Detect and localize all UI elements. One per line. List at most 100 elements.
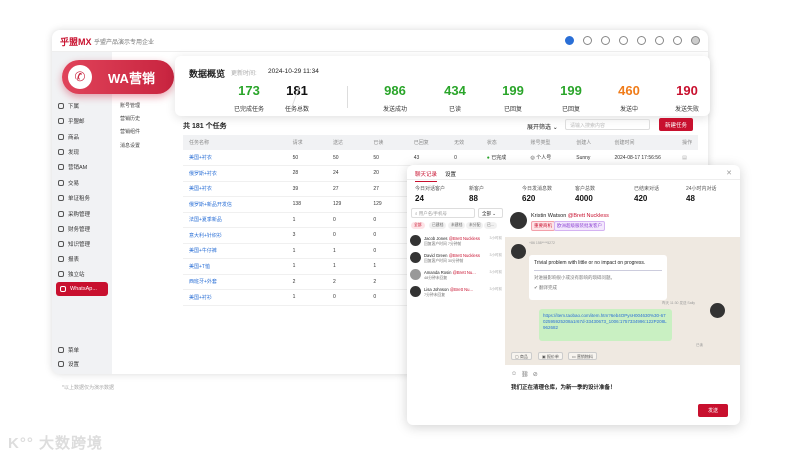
sidebar-item-reports[interactable]: 报表 — [58, 253, 108, 265]
table-cell: 27 — [367, 181, 408, 197]
chat-panel: 聊天记录 设置 ✕ 今日对话客户 24 新客户 88 今日发消息数 620 客户总数 4000… — [407, 165, 740, 425]
filter-chip[interactable]: 未分配 — [466, 222, 484, 229]
table-cell: 129 — [327, 196, 368, 213]
contact-item[interactable]: Jacob Jones @Brett Nuckless 回复客户时间 7分钟前 3小… — [410, 235, 502, 253]
status-icon[interactable] — [565, 36, 574, 45]
sidebar-item-site[interactable]: 独立站 — [58, 268, 108, 280]
stat-value: 434 — [444, 83, 466, 98]
submenu: 账号管理 营销历史 营销组件 消息设置 — [112, 52, 172, 374]
sidebar-item-finance[interactable]: 财务管理 — [58, 223, 108, 235]
table-cell: 129 — [367, 196, 408, 213]
tab-chat-history[interactable]: 聊天记录 — [415, 170, 438, 182]
overview-card: 数据概览 更新时间: 2024-10-29 11:34 173已完成任务181任… — [175, 56, 710, 116]
phone-icon[interactable] — [601, 36, 610, 45]
tab-settings[interactable]: 设置 — [445, 170, 456, 178]
table-cell: 24 — [327, 165, 368, 182]
emoji-icon[interactable]: ☺ — [511, 371, 517, 378]
chat-stat: 已结束对话 420 — [634, 186, 660, 203]
sidebar-item-knowledge[interactable]: 知识管理 — [58, 238, 108, 250]
sidebar-item-trade[interactable]: 交易 — [58, 177, 108, 189]
chat-icon[interactable] — [637, 36, 646, 45]
marketing-material-button[interactable]: ▭ 营销物料 — [568, 352, 597, 360]
task-name-link[interactable]: 美国+衬衣 — [183, 150, 287, 166]
stat-value: 199 — [502, 83, 524, 98]
task-name-link[interactable]: 西班牙+外套 — [183, 274, 287, 290]
view-icon[interactable]: ▤ — [682, 155, 687, 161]
help-icon[interactable] — [673, 36, 682, 45]
task-name-link[interactable]: 俄罗斯+新品开发信 — [183, 196, 287, 213]
stat-value: 986 — [384, 83, 406, 98]
table-cell: 0 — [327, 289, 368, 306]
expand-filter[interactable]: 展开筛选 ⌄ — [527, 122, 558, 131]
sidebar-item-discover[interactable]: 发现 — [58, 146, 108, 158]
filter-chip[interactable]: 已... — [484, 222, 497, 229]
chat-stat: 24小时内对话 48 — [686, 186, 717, 203]
send-file-icon[interactable]: ⊘ — [533, 371, 538, 378]
overview-title: 数据概览 — [189, 69, 226, 79]
sidebar-item-documents[interactable]: 单证租务 — [58, 192, 108, 204]
sidebar-item-subordinates[interactable]: 下属 — [58, 100, 108, 112]
task-name-link[interactable]: 美国+牛仔裤 — [183, 243, 287, 259]
message-input[interactable]: 我们正在清理仓库，为新一季的设计准备！ — [511, 383, 616, 391]
task-name-link[interactable]: 俄罗斯+衬衣 — [183, 165, 287, 182]
badge-label: WA营销 — [108, 70, 155, 86]
bell-icon[interactable] — [655, 36, 664, 45]
headset-icon[interactable] — [583, 36, 592, 45]
products-button[interactable]: ▢ 商品 — [511, 352, 532, 360]
avatar-icon[interactable] — [691, 36, 700, 45]
task-search-input[interactable]: 请输入搜索内容 — [565, 119, 650, 130]
table-cell: 0 — [367, 212, 408, 228]
sidebar-item-purchase[interactable]: 采购管理 — [58, 208, 108, 220]
close-icon[interactable]: ✕ — [726, 169, 732, 177]
column-header: 状态 — [480, 135, 525, 150]
submenu-components[interactable]: 营销组件 — [120, 128, 140, 135]
whatsapp-icon[interactable] — [619, 36, 628, 45]
send-button[interactable]: 发送 — [698, 404, 728, 417]
sender-phone: +86 158****5272 — [529, 241, 555, 245]
new-task-button[interactable]: 新建任务 — [659, 118, 693, 131]
sidebar-item-mail[interactable]: 乎盟邮 — [58, 115, 108, 127]
contact-item[interactable]: Lisa Johnson @Brett Nu... 7分钟未回复 3小时前 — [410, 286, 502, 304]
stat-value: 199 — [560, 83, 582, 98]
contact-filter-select[interactable]: 全部 ⌄ — [478, 208, 503, 218]
sidebar-item-menu[interactable]: 菜单 — [58, 344, 108, 356]
incoming-message: Trivial problem with little or no impact… — [529, 255, 667, 300]
contact-item[interactable]: Amanda Rosin @Brett Nu... 48分钟未回复 3小时前 — [410, 269, 502, 287]
sidebar-item-marketing[interactable]: 营销AM — [58, 161, 108, 173]
sidebar-item-settings[interactable]: 设置 — [58, 358, 108, 370]
stat-item: 190 发送失败 — [657, 83, 717, 116]
column-header: 账号类型 — [524, 135, 571, 150]
task-name-link[interactable]: 意大利+针织衫 — [183, 227, 287, 244]
table-cell: 1 — [286, 243, 327, 259]
trade-icon — [58, 180, 64, 186]
submenu-message-settings[interactable]: 消息设置 — [120, 142, 140, 149]
task-name-link[interactable]: 美国+衬衫 — [183, 289, 287, 306]
table-row[interactable]: 美国+衬衣 50 50 50 43 0 ● 已完成 ◎ 个人号 Sunny 2024-08-17 … — [183, 150, 698, 166]
filter-chip[interactable]: 全部 — [411, 222, 425, 229]
column-header: 请求 — [286, 135, 327, 150]
filter-chip[interactable]: 已建档 — [429, 222, 447, 229]
table-cell: 0 — [367, 243, 408, 259]
submenu-history[interactable]: 营销历史 — [120, 115, 140, 122]
box-icon — [58, 134, 64, 140]
stat-value: 460 — [618, 83, 640, 98]
table-cell: 0 — [327, 227, 368, 244]
task-name-link[interactable]: 美国+T恤 — [183, 258, 287, 275]
chat-stat: 新客户 88 — [469, 186, 485, 203]
account-type-cell: ◎ 个人号 — [524, 150, 571, 166]
submenu-accounts[interactable]: 账号管理 — [120, 102, 140, 109]
task-name-link[interactable]: 法国+夏季新品 — [183, 212, 287, 228]
translation-text: 对进展影响很小或没有影响的琐碎问题。 — [534, 275, 615, 280]
sidebar-item-products[interactable]: 商品 — [58, 131, 108, 143]
filter-chip[interactable]: 未建档 — [448, 222, 466, 229]
contact-item[interactable]: David Green @Brett Nuckless 回复客户时间 30分钟前 3… — [410, 252, 502, 270]
quote-button[interactable]: ▣ 报价单 — [538, 352, 563, 360]
contact-search-input[interactable]: ⌕ 用户名/手机号 — [411, 208, 475, 218]
sidebar-item-whatsapp[interactable]: WhatsAp... — [56, 282, 108, 296]
outgoing-message[interactable]: https://item.taobao.com/item.htm?6eb4OPy… — [539, 309, 672, 341]
link-icon[interactable]: ⛓ — [521, 371, 529, 378]
watermark-logo: K°° 大数跨境 — [8, 435, 103, 452]
divider — [407, 179, 740, 180]
task-name-link[interactable]: 美国+衬衣 — [183, 181, 287, 197]
stat-label: 已回复 — [503, 107, 522, 113]
